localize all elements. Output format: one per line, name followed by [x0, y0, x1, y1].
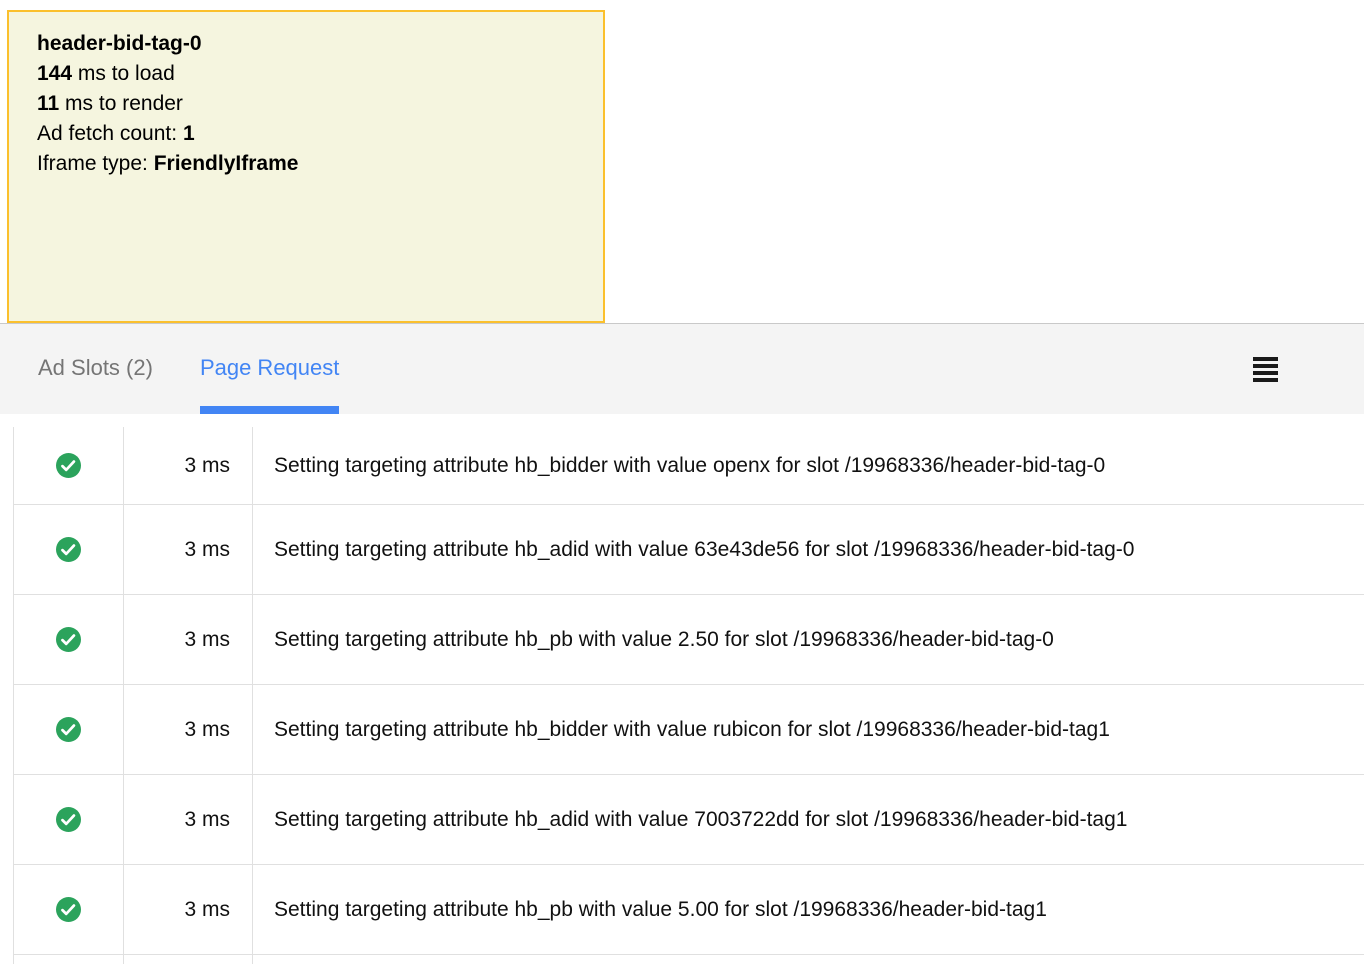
- success-icon: [56, 537, 81, 562]
- publisher-console: header-bid-tag-0 144 ms to load 11 ms to…: [0, 0, 1364, 964]
- log-message: Setting targeting attribute hb_adid with…: [253, 775, 1364, 864]
- log-message: Setting targeting attribute hb_pb with v…: [253, 865, 1364, 954]
- log-table: 3 ms Setting targeting attribute hb_bidd…: [13, 427, 1364, 964]
- console-tab-bar: Ad Slots (2) Page Request: [0, 323, 1364, 414]
- status-cell: [14, 427, 124, 504]
- success-icon: [56, 717, 81, 742]
- menu-icon-bar: [1253, 371, 1278, 375]
- success-icon: [56, 627, 81, 652]
- log-time: 3 ms: [124, 427, 253, 504]
- status-cell: [14, 955, 124, 964]
- status-cell: [14, 685, 124, 774]
- iframe-type-label: Iframe type:: [37, 152, 154, 175]
- load-time-value: 144: [37, 62, 72, 85]
- log-row: 3 ms Setting targeting attribute hb_pb w…: [13, 865, 1364, 955]
- menu-icon-bar: [1253, 357, 1278, 361]
- slot-name: header-bid-tag-0: [37, 29, 575, 59]
- render-time-line: 11 ms to render: [37, 89, 575, 119]
- ad-fetch-count-value: 1: [183, 122, 195, 145]
- success-icon: [56, 897, 81, 922]
- menu-icon-bar: [1253, 378, 1278, 382]
- menu-icon-bar: [1253, 364, 1278, 368]
- log-row: 3 ms Setting targeting attribute hb_pb w…: [13, 595, 1364, 685]
- iframe-type-value: FriendlyIframe: [154, 152, 299, 175]
- log-time: 3 ms: [124, 865, 253, 954]
- render-time-label: ms to render: [59, 92, 183, 115]
- log-time: 3 ms: [124, 505, 253, 594]
- log-message: Setting targeting attribute hb_bidder wi…: [253, 427, 1364, 504]
- success-icon: [56, 807, 81, 832]
- log-message: [253, 955, 1364, 964]
- log-row: 3 ms Setting targeting attribute hb_adid…: [13, 775, 1364, 865]
- log-time: 3 ms: [124, 685, 253, 774]
- log-time: [124, 955, 253, 964]
- success-icon: [56, 453, 81, 478]
- status-cell: [14, 775, 124, 864]
- log-row: 3 ms Setting targeting attribute hb_adid…: [13, 505, 1364, 595]
- status-cell: [14, 505, 124, 594]
- load-time-line: 144 ms to load: [37, 59, 575, 89]
- iframe-type-line: Iframe type: FriendlyIframe: [37, 149, 575, 179]
- render-time-value: 11: [37, 92, 59, 115]
- log-row: 3 ms Setting targeting attribute hb_bidd…: [13, 685, 1364, 775]
- status-cell: [14, 595, 124, 684]
- tab-ad-slots[interactable]: Ad Slots (2): [38, 324, 153, 414]
- log-row: 3 ms Setting targeting attribute hb_bidd…: [13, 427, 1364, 505]
- log-time: 3 ms: [124, 775, 253, 864]
- ad-fetch-count-line: Ad fetch count: 1: [37, 119, 575, 149]
- status-cell: [14, 865, 124, 954]
- ad-fetch-count-label: Ad fetch count:: [37, 122, 183, 145]
- log-row-clipped: [13, 955, 1364, 964]
- tab-page-request[interactable]: Page Request: [200, 324, 339, 414]
- log-message: Setting targeting attribute hb_adid with…: [253, 505, 1364, 594]
- list-menu-icon[interactable]: [1253, 357, 1278, 382]
- log-time: 3 ms: [124, 595, 253, 684]
- log-message: Setting targeting attribute hb_pb with v…: [253, 595, 1364, 684]
- slot-info-box: header-bid-tag-0 144 ms to load 11 ms to…: [7, 10, 605, 323]
- load-time-label: ms to load: [72, 62, 175, 85]
- log-message: Setting targeting attribute hb_bidder wi…: [253, 685, 1364, 774]
